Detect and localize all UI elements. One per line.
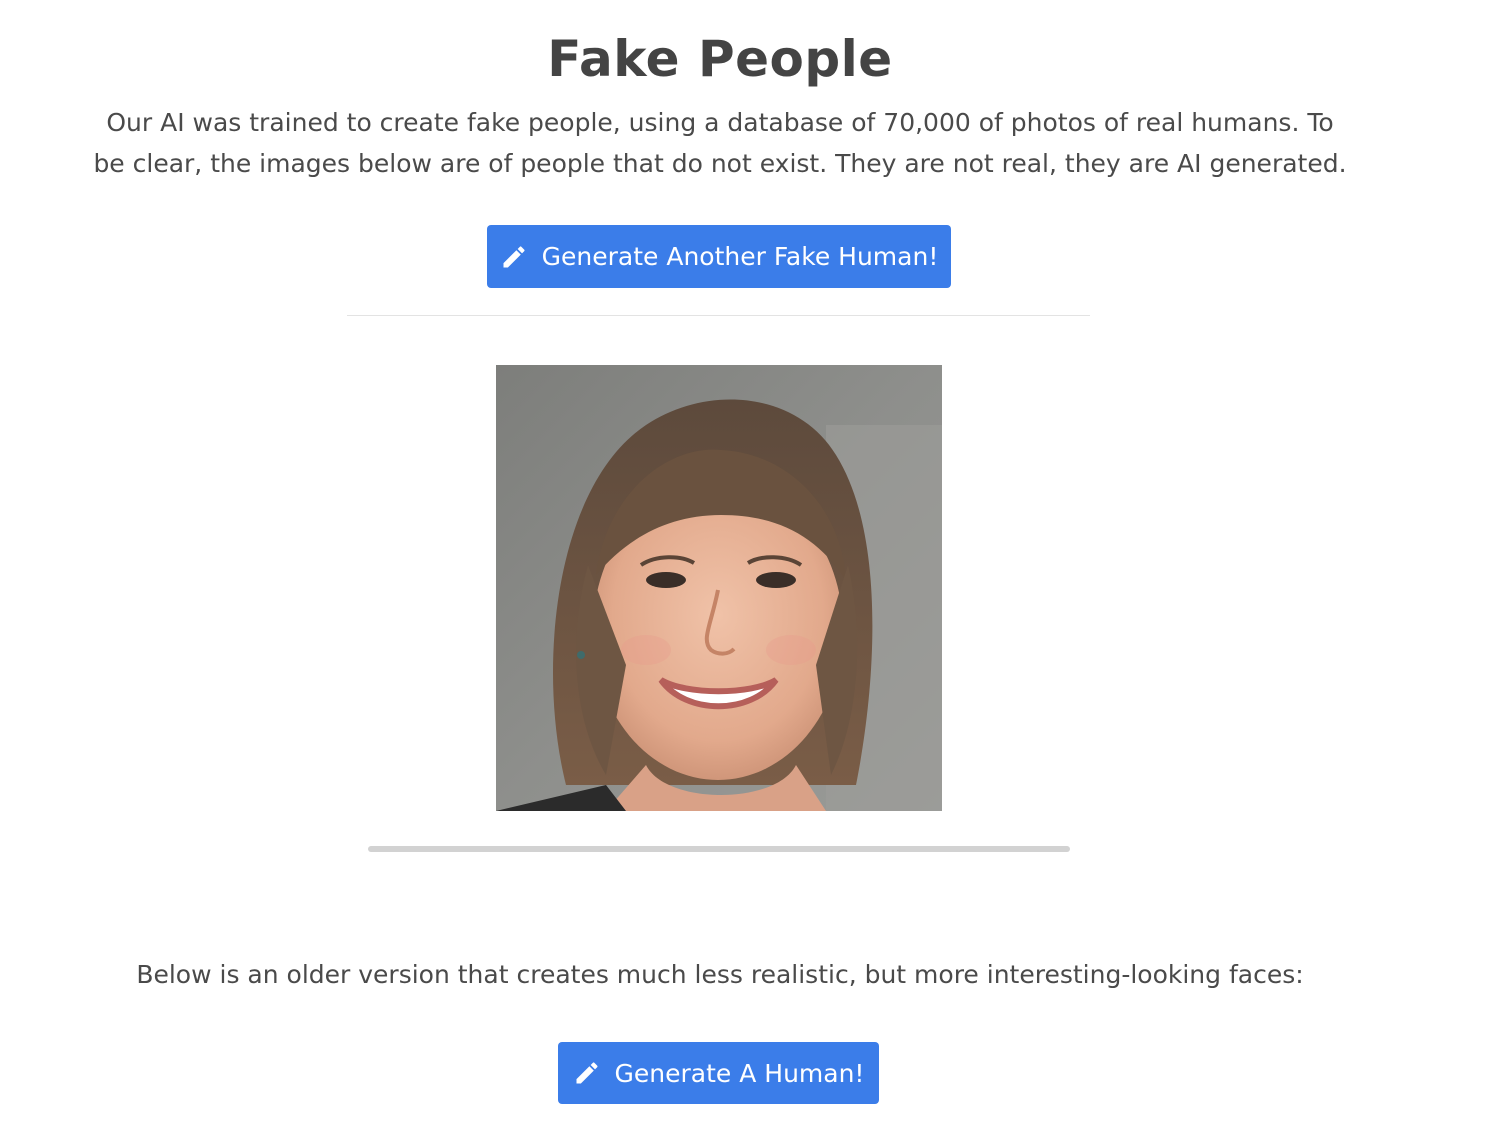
generated-face-image <box>496 365 942 811</box>
generate-another-fake-human-button[interactable]: Generate Another Fake Human! <box>487 225 951 288</box>
divider <box>347 315 1090 316</box>
progress-bar-fill <box>368 846 1070 852</box>
page: Fake People Our AI was trained to create… <box>0 0 1500 1126</box>
progress-bar <box>368 846 1070 852</box>
pencil-icon <box>500 243 528 271</box>
pencil-icon <box>573 1059 601 1087</box>
intro-text: Our AI was trained to create fake people… <box>93 108 1347 178</box>
page-title: Fake People <box>547 30 893 88</box>
generate-a-human-label: Generate A Human! <box>614 1058 865 1088</box>
generate-a-human-button[interactable]: Generate A Human! <box>558 1042 879 1104</box>
generate-another-fake-human-label: Generate Another Fake Human! <box>541 242 939 271</box>
older-version-text: Below is an older version that creates m… <box>136 960 1304 989</box>
